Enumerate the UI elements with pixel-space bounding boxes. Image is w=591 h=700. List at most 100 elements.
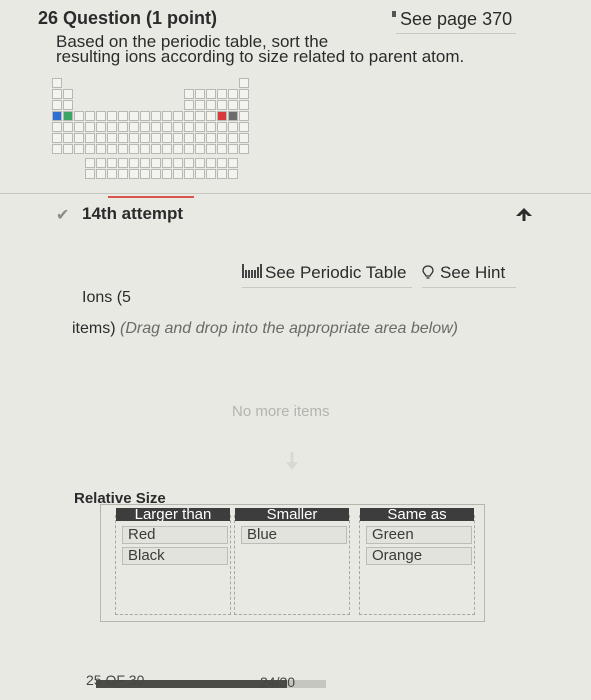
ion-chip-red[interactable]: Red (122, 526, 228, 544)
element-cell (74, 122, 84, 132)
element-cell (195, 144, 205, 154)
element-cell (118, 158, 128, 168)
element-cell (217, 89, 227, 99)
element-cell (96, 158, 106, 168)
element-cell (239, 78, 249, 88)
collapse-arrow-icon[interactable] (515, 207, 533, 221)
question-header: 26 Question (1 point) (38, 8, 217, 29)
ion-chip-green[interactable]: Green (366, 526, 472, 544)
element-cell (162, 111, 172, 121)
bookmark-icon (392, 11, 396, 17)
ion-chip-black[interactable]: Black (122, 547, 228, 565)
element-cell (151, 122, 161, 132)
element-cell (140, 158, 150, 168)
element-cell (195, 122, 205, 132)
element-cell (74, 133, 84, 143)
empty-items-message: No more items (232, 403, 330, 420)
ion-chip-blue[interactable]: Blue (241, 526, 347, 544)
element-cell (140, 144, 150, 154)
down-arrow-icon (286, 452, 298, 470)
attempt-indicator-bar (108, 196, 194, 198)
element-cell-green (63, 111, 73, 121)
element-cell (184, 122, 194, 132)
element-cell (129, 169, 139, 179)
zone-larger-than[interactable]: Larger than Red Black (115, 508, 231, 615)
element-cell (129, 133, 139, 143)
relative-size-area: Larger than Red Black Smaller Blue Same … (100, 504, 485, 622)
see-hint-link[interactable]: See Hint (422, 263, 516, 288)
element-cell (85, 158, 95, 168)
element-cell (107, 158, 117, 168)
element-cell (129, 144, 139, 154)
element-cell (63, 133, 73, 143)
prompt-line-2: resulting ions according to size related… (56, 47, 465, 66)
ions-heading: Ions (5 (82, 289, 131, 306)
element-cell (184, 144, 194, 154)
element-cell (206, 100, 216, 110)
periodic-table-link-label: See Periodic Table (265, 263, 407, 282)
element-cell (217, 133, 227, 143)
element-cell (206, 111, 216, 121)
element-cell (107, 133, 117, 143)
zone-smaller-label: Smaller (235, 508, 349, 521)
element-cell (140, 133, 150, 143)
element-cell (140, 122, 150, 132)
element-cell (239, 100, 249, 110)
element-cell (85, 144, 95, 154)
zone-same-as[interactable]: Same as Green Orange (359, 508, 475, 615)
element-cell (162, 158, 172, 168)
see-page-link[interactable]: See page 370 (392, 9, 512, 30)
element-cell-red (217, 111, 227, 121)
element-cell (52, 78, 62, 88)
element-cell (173, 111, 183, 121)
element-cell (206, 158, 216, 168)
element-cell (217, 144, 227, 154)
chevron-down-icon[interactable]: ✔ (56, 205, 69, 225)
element-cell (129, 158, 139, 168)
element-cell (206, 169, 216, 179)
element-cell (228, 100, 238, 110)
element-cell (52, 133, 62, 143)
element-cell (85, 122, 95, 132)
element-cell (173, 122, 183, 132)
element-cell (52, 122, 62, 132)
element-cell (140, 169, 150, 179)
element-cell (96, 144, 106, 154)
see-periodic-table-link[interactable]: See Periodic Table (242, 263, 412, 288)
element-cell (195, 169, 205, 179)
element-cell (129, 111, 139, 121)
ion-chip-orange[interactable]: Orange (366, 547, 472, 565)
element-cell (74, 144, 84, 154)
element-cell (63, 89, 73, 99)
element-cell (96, 122, 106, 132)
question-title: Question (1 point) (63, 8, 218, 28)
element-cell (107, 122, 117, 132)
element-cell (195, 111, 205, 121)
element-cell (239, 133, 249, 143)
element-cell (184, 100, 194, 110)
element-cell (217, 122, 227, 132)
element-cell (195, 89, 205, 99)
hint-link-underline (422, 287, 516, 288)
element-cell (162, 169, 172, 179)
element-cell (151, 111, 161, 121)
ions-instruction-text: (Drag and drop into the appropriate area… (120, 320, 458, 337)
element-cell (228, 122, 238, 132)
element-cell (85, 111, 95, 121)
element-cell (74, 111, 84, 121)
element-cell (96, 111, 106, 121)
element-cell (217, 158, 227, 168)
periodic-table-icon (242, 264, 262, 278)
element-cell (228, 144, 238, 154)
zone-smaller[interactable]: Smaller Blue (234, 508, 350, 615)
element-cell (162, 122, 172, 132)
element-cell (151, 133, 161, 143)
score-label: 24/30 (260, 674, 296, 690)
element-cell (129, 122, 139, 132)
see-page-label: See page 370 (400, 9, 513, 29)
element-cell (206, 133, 216, 143)
element-cell (118, 169, 128, 179)
element-cell (151, 144, 161, 154)
element-cell (239, 111, 249, 121)
element-cell (173, 158, 183, 168)
